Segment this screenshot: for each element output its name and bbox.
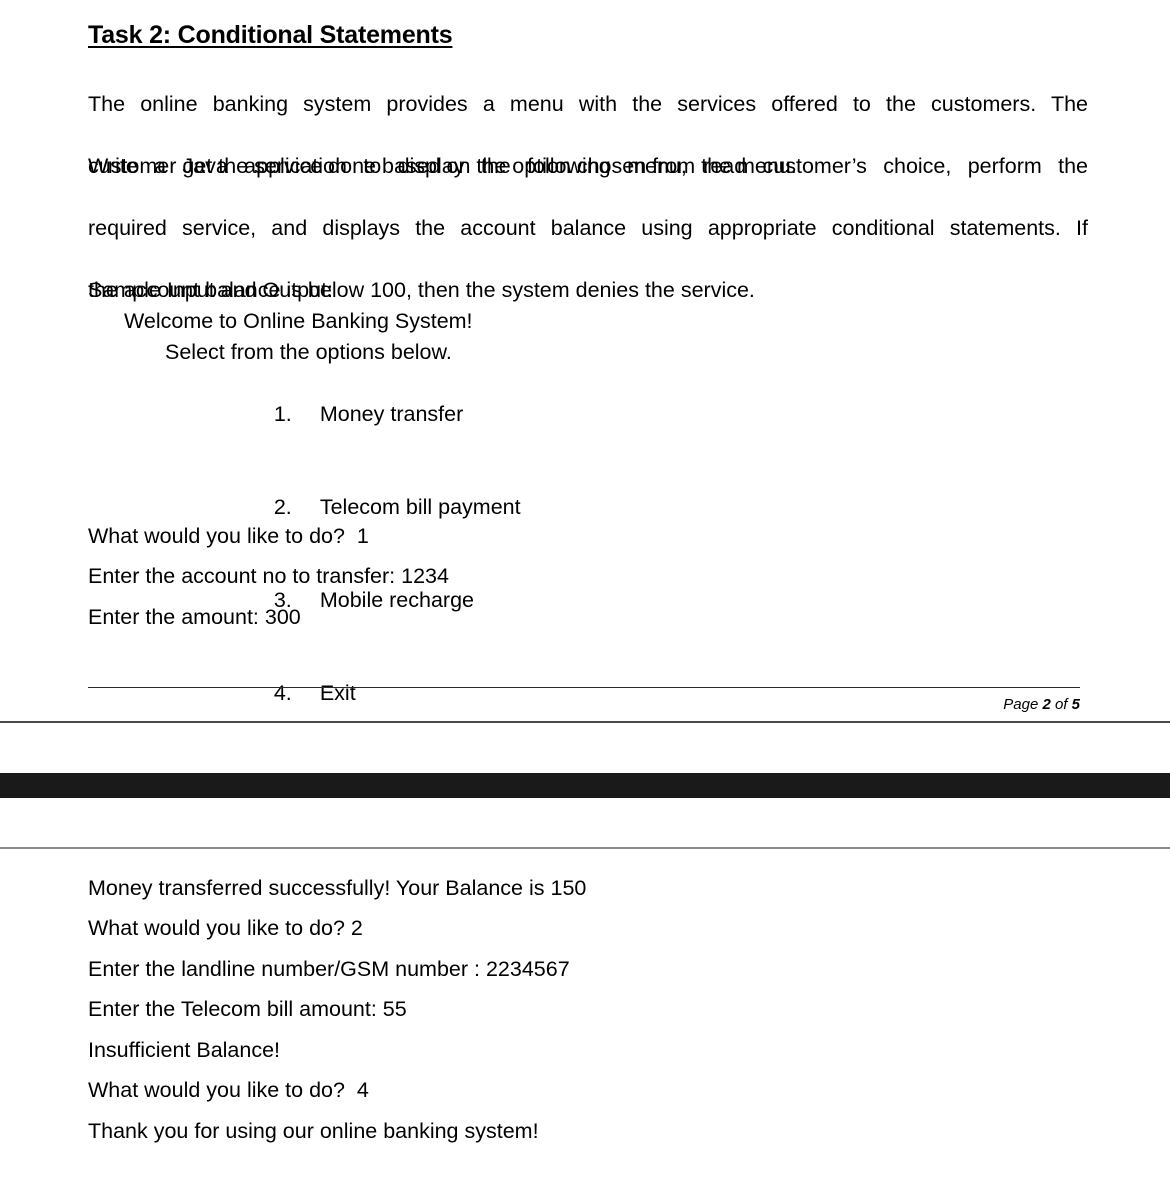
menu-option-number: 2. [273,495,292,519]
page-total-number: 5 [1071,696,1080,713]
page-break-rule-top [0,721,1170,723]
paragraph-line: The online banking system provides a men… [88,92,1088,116]
session-line-choice-2: What would you like to do? 2 [88,916,363,940]
session-line-account-no: Enter the account no to transfer: 1234 [88,564,449,588]
menu-option-label: Telecom bill payment [319,495,521,519]
session-line-amount: Enter the amount: 300 [88,605,301,629]
menu-option-4: 4. Exit [238,647,521,740]
footer-divider [88,687,1080,688]
session-line-landline-number: Enter the landline number/GSM number : 2… [88,957,570,981]
session-line-telecom-bill-amount: Enter the Telecom bill amount: 55 [88,997,407,1021]
page-number-footer: Page 2 of 5 [88,696,1080,713]
page-1-content: Task 2: Conditional Statements The onlin… [0,0,1170,722]
select-prompt: Select from the options below. [165,340,452,364]
sample-io-label: Sample Input and Output: [88,278,334,302]
page-label-prefix: Page [1003,696,1043,713]
page-2-content: Money transferred successfully! Your Bal… [0,849,1170,1186]
menu-option-label: Money transfer [319,402,464,426]
menu-option-label: Mobile recharge [319,588,475,612]
session-line-choice-4: What would you like to do? 4 [88,1078,369,1102]
session-line-transfer-success: Money transferred successfully! Your Bal… [88,876,587,900]
paragraph-line: required service, and displays the accou… [88,216,1088,240]
page-label-middle: of [1050,696,1072,713]
session-line-choice-1: What would you like to do? 1 [88,524,369,548]
paragraph-line: Write a Java application to display the … [88,154,1088,178]
welcome-message: Welcome to Online Banking System! [124,309,473,333]
menu-option-number: 1. [273,402,292,426]
menu-option-1: 1. Money transfer [238,368,521,461]
session-line-thank-you: Thank you for using our online banking s… [88,1119,539,1143]
black-separator-band [0,773,1170,798]
session-line-insufficient-balance: Insufficient Balance! [88,1038,281,1062]
page-current-number: 2 [1042,696,1051,713]
service-menu-list: 1. Money transfer 2. Telecom bill payment … [238,368,521,740]
page-title: Task 2: Conditional Statements [88,21,453,49]
